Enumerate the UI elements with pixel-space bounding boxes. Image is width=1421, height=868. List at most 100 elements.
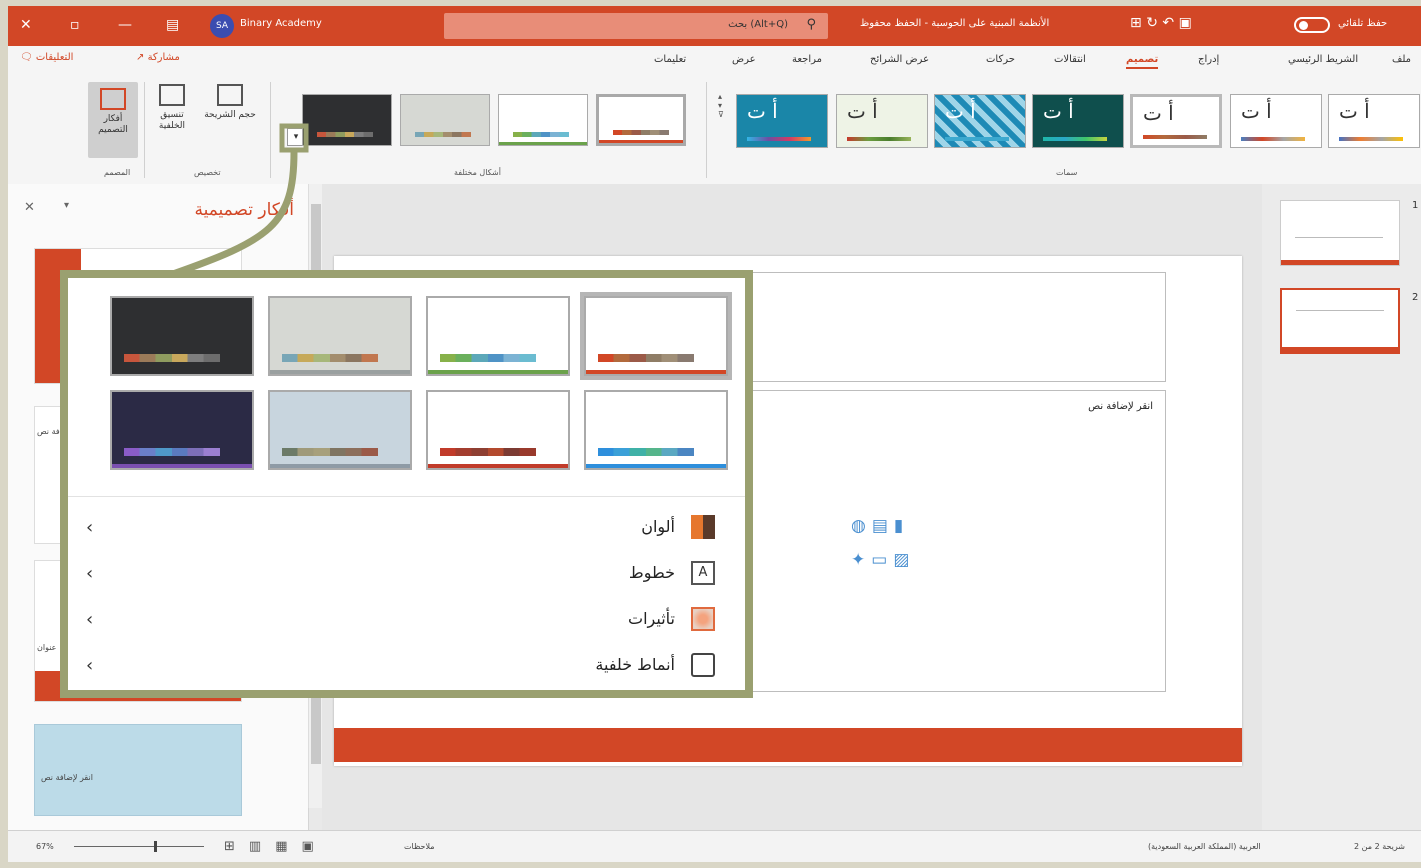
slide-thumbnail[interactable] bbox=[1280, 200, 1400, 266]
theme-pattern-blue[interactable]: أ ت bbox=[934, 94, 1026, 148]
insert-video-icon[interactable]: ▭ bbox=[871, 550, 893, 570]
redo-icon[interactable]: ↻ bbox=[1146, 15, 1158, 31]
colors-menu-item[interactable]: ‹ ألوان bbox=[68, 508, 745, 548]
theme-office[interactable]: أ ت bbox=[1328, 94, 1420, 148]
autosave-toggle[interactable] bbox=[1294, 17, 1330, 33]
variant-option[interactable] bbox=[426, 296, 570, 376]
ribbon-display-icon[interactable]: ▤ bbox=[166, 16, 179, 34]
colors-icon bbox=[691, 515, 715, 539]
search-box[interactable]: بحث (Alt+Q) ⚲ bbox=[444, 13, 828, 39]
tab-design[interactable]: تصميم bbox=[1126, 54, 1159, 69]
close-icon[interactable]: ✕ bbox=[24, 200, 35, 215]
tab-insert[interactable]: إدراج bbox=[1198, 54, 1219, 65]
reading-view-icon[interactable]: ▥ bbox=[249, 839, 275, 854]
insert-picture-icon[interactable]: ▨ bbox=[893, 550, 915, 570]
quick-access-toolbar[interactable]: ⊞ ↻ ↶ ▣ bbox=[1130, 15, 1192, 31]
slide-thumbnail[interactable] bbox=[1280, 288, 1400, 354]
save-icon[interactable]: ▣ bbox=[1179, 15, 1192, 31]
format-background-button[interactable]: تنسيق الخلفية bbox=[148, 84, 196, 132]
variant-option[interactable] bbox=[110, 390, 254, 470]
format-background-icon bbox=[159, 84, 185, 106]
avatar[interactable]: SA bbox=[210, 14, 234, 38]
theme-office-blue[interactable]: أ ت bbox=[1230, 94, 1322, 148]
variant-dark[interactable] bbox=[302, 94, 392, 146]
menu-divider bbox=[68, 496, 745, 497]
themes-scroll-buttons[interactable]: ▴ ▾ ⊽ bbox=[718, 92, 730, 148]
variant-option[interactable] bbox=[580, 292, 732, 380]
background-styles-label: أنماط خلفية bbox=[595, 655, 675, 674]
insert-content-icons: ◍▤▮ ✦▭▨ bbox=[851, 509, 971, 577]
slide-number: 1 bbox=[1412, 200, 1419, 211]
designer-button[interactable]: أفكار التصميم bbox=[88, 82, 138, 158]
design-idea-card[interactable]: انقر لإضافة نص bbox=[34, 724, 242, 816]
background-styles-icon bbox=[691, 653, 715, 677]
group-divider bbox=[270, 82, 271, 178]
theme-glyph: أ ت bbox=[945, 99, 976, 123]
undo-icon[interactable]: ↶ bbox=[1162, 15, 1174, 31]
slideshow-view-icon[interactable]: ⊞ bbox=[224, 839, 249, 854]
theme-glyph: أ ت bbox=[1241, 99, 1272, 123]
variant-option[interactable] bbox=[268, 296, 412, 376]
tab-animations[interactable]: حركات bbox=[986, 54, 1015, 65]
design-ribbon: أفكار التصميم تنسيق الخلفية حجم الشريحة … bbox=[8, 76, 1421, 185]
theme-teal[interactable]: أ ت bbox=[736, 94, 828, 148]
slide-size-button[interactable]: حجم الشريحة bbox=[204, 84, 256, 121]
insert-chart-icon[interactable]: ▮ bbox=[894, 516, 909, 536]
chevron-left-icon: ‹ bbox=[86, 563, 94, 584]
minimize-window-button[interactable]: — bbox=[118, 16, 132, 34]
comments-label: التعليقات bbox=[35, 52, 74, 63]
notes-button[interactable]: ملاحظات bbox=[404, 842, 435, 851]
insert-3d-model-icon[interactable]: ✦ bbox=[851, 550, 871, 570]
tab-slideshow[interactable]: عرض الشرائح bbox=[870, 54, 929, 65]
variant-white-green[interactable] bbox=[498, 94, 588, 146]
tab-review[interactable]: مراجعة bbox=[792, 54, 822, 65]
slide-thumbnails: 1 2 bbox=[1262, 184, 1421, 830]
theme-glyph: أ ت bbox=[847, 99, 878, 123]
zoom-slider[interactable] bbox=[74, 841, 204, 852]
tab-file[interactable]: ملف bbox=[1392, 54, 1411, 65]
tab-help[interactable]: تعليمات bbox=[654, 54, 686, 65]
slide-counter: شريحة 2 من 2 bbox=[1354, 842, 1405, 851]
variant-white-orange[interactable] bbox=[596, 94, 686, 146]
tab-home[interactable]: الشريط الرئيسي bbox=[1288, 54, 1358, 65]
restore-window-button[interactable]: ▫ bbox=[70, 16, 80, 34]
group-label-designer: المصمم bbox=[104, 168, 131, 177]
card-text: عنوان bbox=[37, 643, 57, 652]
chevron-down-icon[interactable]: ▾ bbox=[64, 200, 69, 211]
colors-label: ألوان bbox=[641, 517, 675, 536]
language-status[interactable]: العربية (المملكة العربية السعودية) bbox=[1148, 842, 1261, 851]
slide-number: 2 bbox=[1412, 292, 1419, 303]
content-hint: انقر لإضافة نص bbox=[1088, 401, 1153, 412]
tab-view[interactable]: عرض bbox=[732, 54, 756, 65]
theme-glyph: أ ت bbox=[1339, 99, 1370, 123]
theme-dark-teal[interactable]: أ ت bbox=[1032, 94, 1124, 148]
view-buttons: ⊞▥▦▣ bbox=[224, 839, 328, 854]
fonts-icon: A bbox=[691, 561, 715, 585]
variant-gray[interactable] bbox=[400, 94, 490, 146]
chevron-left-icon: ‹ bbox=[86, 655, 94, 676]
zoom-level[interactable]: 67% bbox=[36, 842, 54, 851]
account-name: Binary Academy bbox=[240, 18, 322, 29]
insert-icon-icon[interactable]: ◍ bbox=[851, 516, 872, 536]
variant-option[interactable] bbox=[584, 390, 728, 470]
share-button[interactable]: ↗ مشاركة bbox=[136, 52, 180, 63]
group-label-variants: أشكال مختلفة bbox=[454, 168, 501, 177]
normal-view-icon[interactable]: ▣ bbox=[302, 839, 328, 854]
zoom-knob[interactable] bbox=[154, 841, 157, 852]
variant-option[interactable] bbox=[110, 296, 254, 376]
variant-option[interactable] bbox=[268, 390, 412, 470]
theme-green-light[interactable]: أ ت bbox=[836, 94, 928, 148]
effects-menu-item[interactable]: ‹ تأثيرات bbox=[68, 600, 745, 640]
background-styles-menu-item[interactable]: ‹ أنماط خلفية bbox=[68, 646, 745, 686]
fonts-menu-item[interactable]: ‹ خطوط A bbox=[68, 554, 745, 594]
present-icon[interactable]: ⊞ bbox=[1130, 15, 1142, 31]
close-window-button[interactable]: ✕ bbox=[20, 16, 32, 34]
sorter-view-icon[interactable]: ▦ bbox=[275, 839, 301, 854]
tab-transitions[interactable]: انتقالات bbox=[1054, 54, 1086, 65]
group-label-customize: تخصيص bbox=[194, 168, 221, 177]
theme-glyph: أ ت bbox=[1143, 101, 1174, 125]
theme-orange-selected[interactable]: أ ت bbox=[1130, 94, 1222, 148]
insert-smartart-icon[interactable]: ▤ bbox=[872, 516, 894, 536]
comments-button[interactable]: 🗨 التعليقات bbox=[20, 52, 73, 63]
variant-option[interactable] bbox=[426, 390, 570, 470]
